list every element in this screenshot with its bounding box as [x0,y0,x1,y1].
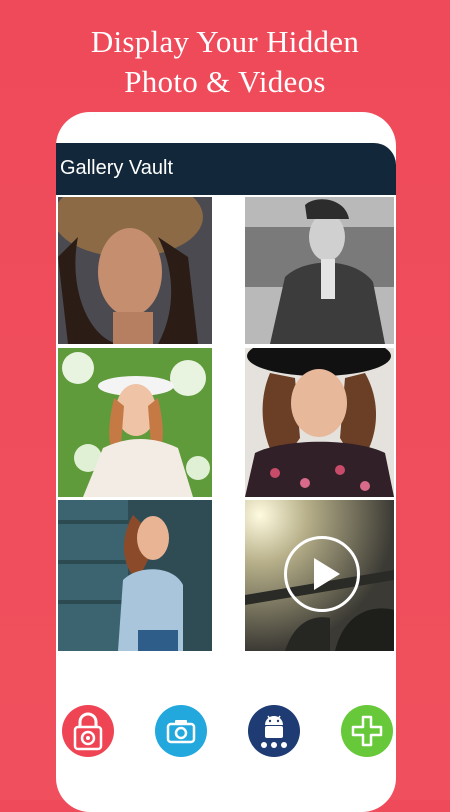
gallery-video-6[interactable] [245,500,394,651]
apps-button[interactable] [248,705,300,757]
camera-icon [166,720,196,744]
promo-line-2: Photo & Videos [124,64,326,99]
gallery-photo-1[interactable] [58,197,212,344]
lock-gear-icon [73,712,103,751]
add-button[interactable] [341,705,393,757]
gallery-photo-3[interactable] [58,348,212,497]
portrait-woman-flowers-image [58,348,212,497]
promo-headline: Display Your Hidden Photo & Videos [0,22,450,102]
lock-settings-button[interactable] [62,705,114,757]
app-title: Gallery Vault [60,157,174,179]
portrait-woman-black-hat-image [245,348,394,497]
camera-button[interactable] [155,705,207,757]
plus-icon [351,715,383,747]
android-icon [261,715,287,748]
play-icon[interactable] [284,536,360,612]
gallery-photo-4[interactable] [245,348,394,497]
portrait-man-bw-image [245,197,394,344]
gallery-photo-2[interactable] [245,197,394,344]
portrait-woman-fur-hat-image [58,197,212,344]
gallery-photo-5[interactable] [58,500,212,651]
portrait-woman-denim-image [58,500,212,651]
promo-line-1: Display Your Hidden [90,24,360,59]
